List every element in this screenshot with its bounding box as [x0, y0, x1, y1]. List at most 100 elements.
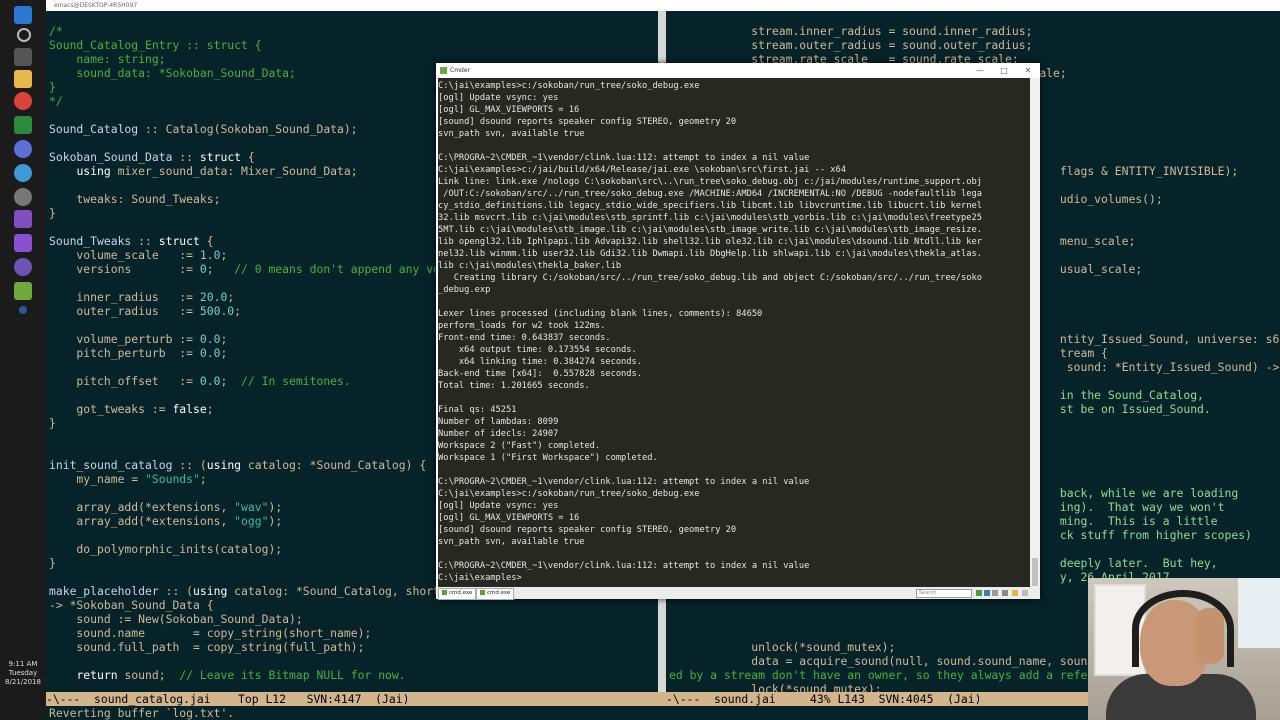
code-line[interactable]: versions := 0; // 0 means don't append a… [49, 262, 447, 276]
code-line[interactable]: pitch_perturb := 0.0; [49, 346, 447, 360]
windows-start-icon[interactable] [14, 6, 32, 24]
code-line[interactable]: } [49, 80, 447, 94]
code-line[interactable]: sound_data: *Sokoban_Sound_Data; [49, 66, 447, 80]
terminal-line: x64 output time: 0.173554 seconds. [438, 345, 637, 355]
code-line[interactable]: -> *Sokoban_Sound_Data { [49, 598, 447, 612]
code-line[interactable]: init_sound_catalog :: (using catalog: *S… [49, 458, 447, 472]
terminal-line: [ogl] Update vsync: yes [438, 501, 559, 511]
app-icon-2[interactable] [14, 140, 32, 158]
tab-cmd-1[interactable]: cmd.exe [438, 588, 477, 600]
code-token: using [76, 164, 111, 178]
maximize-icon[interactable]: □ [992, 63, 1016, 78]
code-line[interactable] [49, 570, 447, 584]
code-line[interactable]: } [49, 206, 447, 220]
cmder-titlebar[interactable]: Cmder — □ ✕ [436, 63, 1040, 78]
search-icon[interactable] [17, 28, 31, 42]
cmder-icon[interactable] [14, 282, 32, 300]
terminal-line: [sound] dsound reports speaker config ST… [438, 117, 737, 127]
code-line[interactable]: do_polymorphic_inits(catalog); [49, 542, 447, 556]
scrollbar-thumb[interactable] [1032, 558, 1038, 586]
terminal-line: [ogl] GL_MAX_VIEWPORTS = 16 [438, 513, 580, 523]
app-icon-4[interactable] [14, 210, 32, 228]
folder-icon[interactable] [14, 70, 32, 88]
code-line[interactable]: my_name = "Sounds"; [49, 472, 447, 486]
code-line[interactable]: sound.full_path = copy_string(full_path)… [49, 640, 447, 654]
left-code[interactable]: /* Sound_Catalog_Entry :: struct { name: … [49, 24, 447, 682]
code-line[interactable] [49, 430, 447, 444]
code-line[interactable]: stream.inner_radius = sound.inner_radius… [669, 24, 1280, 38]
code-line[interactable]: array_add(*extensions, "ogg"); [49, 514, 447, 528]
emacs-titlebar[interactable]: emacs@DESKTOP-4R5H097 [46, 0, 1280, 11]
terminal-line: lib c:\jai\modules\thekla_baker.lib [438, 261, 622, 271]
code-line[interactable] [49, 318, 447, 332]
settings-icon[interactable] [1022, 590, 1028, 596]
close-icon[interactable]: ✕ [1016, 63, 1040, 78]
code-line[interactable]: volume_perturb := 0.0; [49, 332, 447, 346]
code-line[interactable]: volume_scale := 1.0; [49, 248, 447, 262]
code-line[interactable]: Sound_Tweaks :: struct { [49, 234, 447, 248]
code-line[interactable]: pitch_offset := 0.0; // In semitones. [49, 374, 447, 388]
visual-studio-icon[interactable] [14, 234, 32, 252]
code-line[interactable]: stream.outer_radius = sound.outer_radius… [669, 38, 1280, 52]
warning-icon[interactable] [1012, 590, 1018, 596]
menu-icon[interactable] [992, 590, 998, 596]
code-line[interactable]: sound := New(Sokoban_Sound_Data); [49, 612, 447, 626]
split-icon[interactable] [984, 590, 990, 596]
code-line[interactable] [49, 136, 447, 150]
code-line[interactable] [49, 178, 447, 192]
code-token: -> *Sokoban_Sound_Data { [49, 598, 214, 612]
emacs-icon[interactable] [14, 258, 32, 276]
code-token: outer_radius := [49, 304, 200, 318]
code-token: make_placeholder [49, 584, 159, 598]
code-line[interactable]: sound.name = copy_string(short_name); [49, 626, 447, 640]
search-input[interactable]: Search [916, 589, 972, 598]
code-token: volume_scale := [49, 248, 200, 262]
code-line[interactable] [49, 654, 447, 668]
code-line[interactable]: array_add(*extensions, "wav"); [49, 500, 447, 514]
lock-icon[interactable] [1002, 590, 1008, 596]
terminal-output[interactable]: C:\jai\examples>c:/sokoban/run_tree/soko… [438, 78, 1030, 587]
code-line[interactable]: using mixer_sound_data: Mixer_Sound_Data… [49, 164, 447, 178]
code-line[interactable]: outer_radius := 500.0; [49, 304, 447, 318]
code-line[interactable]: /* [49, 24, 447, 38]
app-icon-3[interactable] [14, 164, 32, 182]
code-token: :: [172, 150, 200, 164]
code-line[interactable] [49, 444, 447, 458]
code-line[interactable]: tweaks: Sound_Tweaks; [49, 192, 447, 206]
taskbar-clock[interactable]: 9:11 AM Tuesday 8/21/2018 [0, 660, 46, 687]
code-line[interactable] [49, 276, 447, 290]
code-line[interactable] [49, 360, 447, 374]
terminal-scrollbar[interactable] [1030, 78, 1040, 587]
code-line[interactable] [49, 388, 447, 402]
code-line[interactable]: Sokoban_Sound_Data :: struct { [49, 150, 447, 164]
app-icon[interactable] [14, 116, 32, 134]
code-line[interactable]: Sound_Catalog_Entry :: struct { [49, 38, 447, 52]
code-token: catalog: *Sound_Catalog) { [241, 458, 427, 472]
tab-cmd-2[interactable]: cmd.exe [476, 588, 515, 600]
task-view-icon[interactable] [14, 48, 32, 66]
app-icon-5[interactable] [19, 306, 27, 314]
code-line[interactable]: } [49, 416, 447, 430]
code-line[interactable] [49, 108, 447, 122]
code-line[interactable]: } [49, 556, 447, 570]
code-line[interactable]: inner_radius := 20.0; [49, 290, 447, 304]
code-line[interactable]: return sound; // Leave its Bitmap NULL f… [49, 668, 447, 682]
minimize-icon[interactable]: — [968, 63, 992, 78]
code-line[interactable]: got_tweaks := false; [49, 402, 447, 416]
code-line[interactable]: make_placeholder :: (using catalog: *Sou… [49, 584, 447, 598]
code-token: 0.0 [199, 374, 221, 388]
code-line[interactable] [49, 486, 447, 500]
code-line[interactable] [49, 528, 447, 542]
code-token: ; [199, 472, 207, 486]
code-line[interactable]: Sound_Catalog :: Catalog(Sokoban_Sound_D… [49, 122, 447, 136]
code-token: do_polymorphic_inits(catalog); [49, 542, 283, 556]
code-token: name: string; [49, 52, 166, 66]
chrome-icon[interactable] [14, 92, 32, 110]
code-line[interactable]: */ [49, 94, 447, 108]
code-line[interactable] [49, 220, 447, 234]
settings-icon[interactable] [14, 188, 32, 206]
new-console-icon[interactable] [976, 590, 982, 596]
terminal-line: Number of lambdas: 8099 [438, 417, 559, 427]
code-line[interactable]: name: string; [49, 52, 447, 66]
